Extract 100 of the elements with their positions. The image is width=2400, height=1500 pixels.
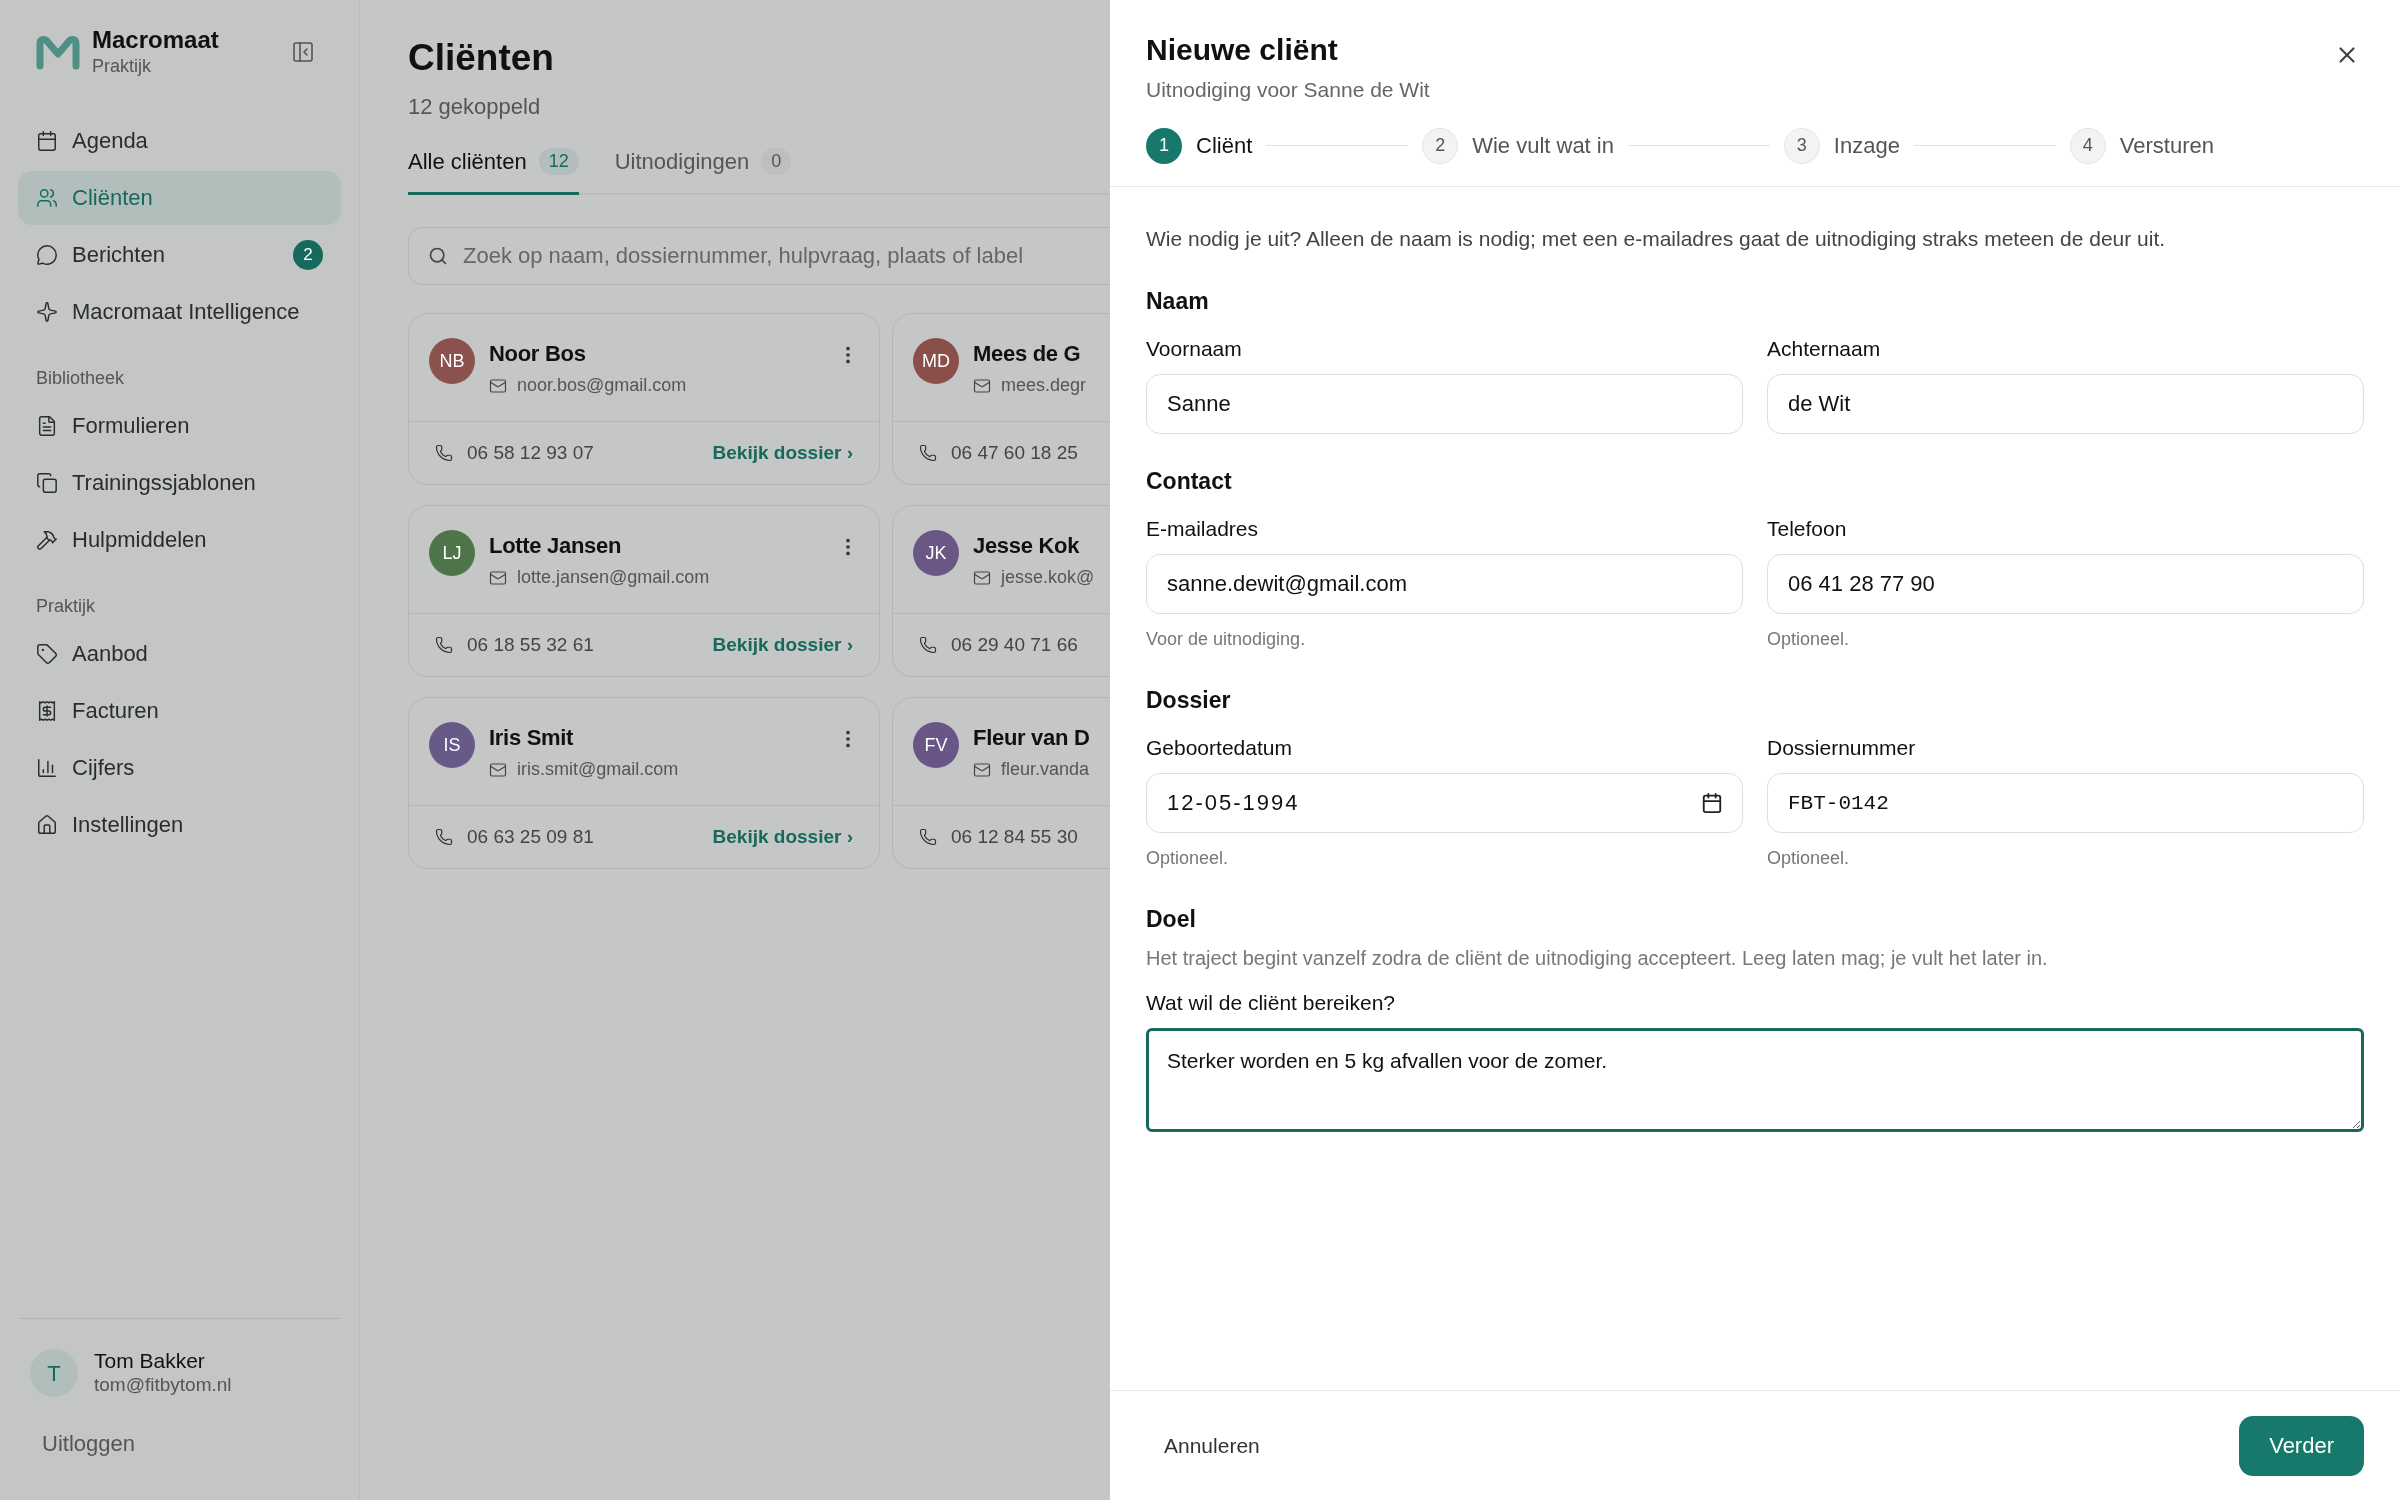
intro-text: Wie nodig je uit? Alleen de naam is nodig; met een e-mailadres gaat de uitnodiging straks meteen de deur uit. (1146, 225, 2167, 252)
next-button[interactable]: Verder (2239, 1415, 2364, 1476)
client-phone: 06 63 25 09 81 (467, 824, 595, 849)
mail-icon (489, 376, 507, 395)
client-card[interactable]: LJ Lotte Jansen lotte.jansen@gmail.com 06 18 55 32 61 Bekijk dossier › (408, 505, 880, 677)
drawer-title: Nieuwe cliënt (1146, 32, 1339, 68)
field-label: Telefoon (1767, 515, 1848, 542)
bar-chart-icon (36, 756, 58, 779)
field-label: Wat wil de cliënt bereiken? (1146, 989, 1396, 1016)
tag-icon (36, 642, 58, 665)
step-label: Inzage (1833, 132, 1900, 160)
client-name: Jesse Kok (973, 532, 1081, 560)
text-field[interactable]: de Wit (1767, 374, 2364, 434)
step-number: 3 (1783, 127, 1820, 164)
house-icon (36, 813, 58, 836)
mail-icon (489, 760, 507, 779)
logout-link[interactable]: Uitloggen (30, 1427, 147, 1460)
stacked-documents-icon (36, 471, 58, 494)
client-card[interactable]: FV Fleur van D fleur.vanda 06 12 84 55 30 (892, 697, 1110, 869)
client-name: Lotte Jansen (489, 532, 623, 560)
section-description: Het traject begint vanzelf zodra de cliënt de uitnodiging accepteert. Leeg laten mag; je vult het later in. (1146, 945, 2049, 971)
goal-textarea[interactable]: Sterker worden en 5 kg afvallen voor de zomer. (1146, 1028, 2364, 1132)
client-name: Noor Bos (489, 340, 587, 368)
calendar-icon[interactable] (1701, 792, 1723, 814)
step-label: Cliënt (1196, 132, 1253, 160)
mail-icon (973, 568, 991, 587)
tab[interactable]: Alle cliënten 12 (408, 145, 579, 195)
section-title: Naam (1146, 287, 1210, 316)
field-label: E-mailadres (1146, 515, 1260, 542)
phone-icon (919, 828, 937, 846)
unread-count-badge: 2 (293, 239, 323, 270)
brand-subtitle: Praktijk (92, 55, 152, 78)
users-icon (36, 186, 58, 209)
client-avatar: JK (913, 530, 959, 576)
view-file-link[interactable]: Bekijk dossier › (712, 630, 853, 660)
client-card[interactable]: JK Jesse Kok jesse.kok@ 06 29 40 71 66 (892, 505, 1110, 677)
client-avatar: FV (913, 722, 959, 768)
field-hint: Optioneel. (1767, 847, 1851, 870)
client-email: iris.smit@gmail.com (517, 758, 679, 781)
phone-icon (919, 636, 937, 654)
client-avatar: IS (429, 722, 475, 768)
nav-item[interactable]: Formulieren (18, 398, 341, 453)
view-file-link[interactable]: Bekijk dossier › (712, 438, 853, 468)
step[interactable]: 2 Wie vult wat in (1422, 127, 1614, 164)
step[interactable]: 4 Versturen (2069, 127, 2214, 164)
nav-item[interactable]: Trainingssjablonen (18, 455, 341, 510)
nav-item[interactable]: Hulpmiddelen (18, 512, 341, 567)
field-hint: Voor de uitnodiging. (1146, 628, 1307, 651)
nav-section-heading: Praktijk (35, 595, 96, 618)
nav-item[interactable]: Cijfers (18, 740, 341, 795)
client-email: jesse.kok@ (1001, 566, 1095, 589)
sparkle-icon (36, 300, 58, 323)
step[interactable]: 3 Inzage (1783, 127, 1900, 164)
field-hint: Optioneel. (1146, 847, 1230, 870)
phone-icon (435, 444, 453, 462)
page-title: Cliënten (408, 36, 555, 80)
nav-item[interactable]: Instellingen (18, 797, 341, 852)
client-avatar: LJ (429, 530, 475, 576)
nav-item[interactable]: Facturen (18, 683, 341, 738)
step-label: Versturen (2119, 132, 2214, 160)
field-label: Achternaam (1767, 335, 1882, 362)
nav-item[interactable]: Berichten 2 (18, 227, 341, 282)
nav-item[interactable]: Macromaat Intelligence (18, 284, 341, 339)
nav-section-heading: Bibliotheek (35, 367, 126, 390)
cancel-button[interactable]: Annuleren (1146, 1417, 1278, 1474)
text-field[interactable]: FBT-0142 (1767, 773, 2364, 833)
tab-count-badge: 12 (538, 148, 579, 175)
phone-icon (919, 444, 937, 462)
client-card[interactable]: MD Mees de G mees.degr 06 47 60 18 25 (892, 313, 1110, 485)
date-field[interactable]: 12-05-1994 (1146, 773, 1743, 833)
document-icon (36, 414, 58, 437)
tab[interactable]: Uitnodigingen 0 (614, 145, 792, 195)
client-avatar: MD (913, 338, 959, 384)
text-field[interactable]: Sanne (1146, 374, 1743, 434)
field-label: Geboortedatum (1146, 734, 1293, 761)
client-name: Fleur van D (973, 724, 1091, 752)
client-email: fleur.vanda (1001, 758, 1090, 781)
step-label: Wie vult wat in (1472, 132, 1614, 160)
client-avatar: NB (429, 338, 475, 384)
step[interactable]: 1 Cliënt (1146, 127, 1253, 164)
client-name: Iris Smit (489, 724, 575, 752)
calendar-icon (36, 129, 58, 152)
nav-item[interactable]: Agenda (18, 113, 341, 168)
mail-icon (973, 760, 991, 779)
client-email: lotte.jansen@gmail.com (517, 566, 710, 589)
mail-icon (973, 376, 991, 395)
nav-item[interactable]: Aanbod (18, 626, 341, 681)
receipt-icon (36, 699, 58, 722)
step-number: 2 (1422, 127, 1459, 164)
client-phone: 06 29 40 71 66 (951, 632, 1079, 657)
text-field[interactable]: sanne.dewit@gmail.com (1146, 554, 1743, 614)
client-card[interactable]: NB Noor Bos noor.bos@gmail.com 06 58 12 93 07 Bekijk dossier › (408, 313, 880, 485)
field-hint: Optioneel. (1767, 628, 1851, 651)
search-field[interactable]: Zoek op naam, dossiernummer, hulpvraag, plaats of label (408, 227, 1110, 285)
step-number: 4 (2069, 127, 2106, 164)
text-field[interactable]: 06 41 28 77 90 (1767, 554, 2364, 614)
section-title: Contact (1146, 467, 1233, 496)
view-file-link[interactable]: Bekijk dossier › (712, 822, 853, 852)
client-card[interactable]: IS Iris Smit iris.smit@gmail.com 06 63 25 09 81 Bekijk dossier › (408, 697, 880, 869)
chat-bubble-icon (36, 243, 58, 266)
